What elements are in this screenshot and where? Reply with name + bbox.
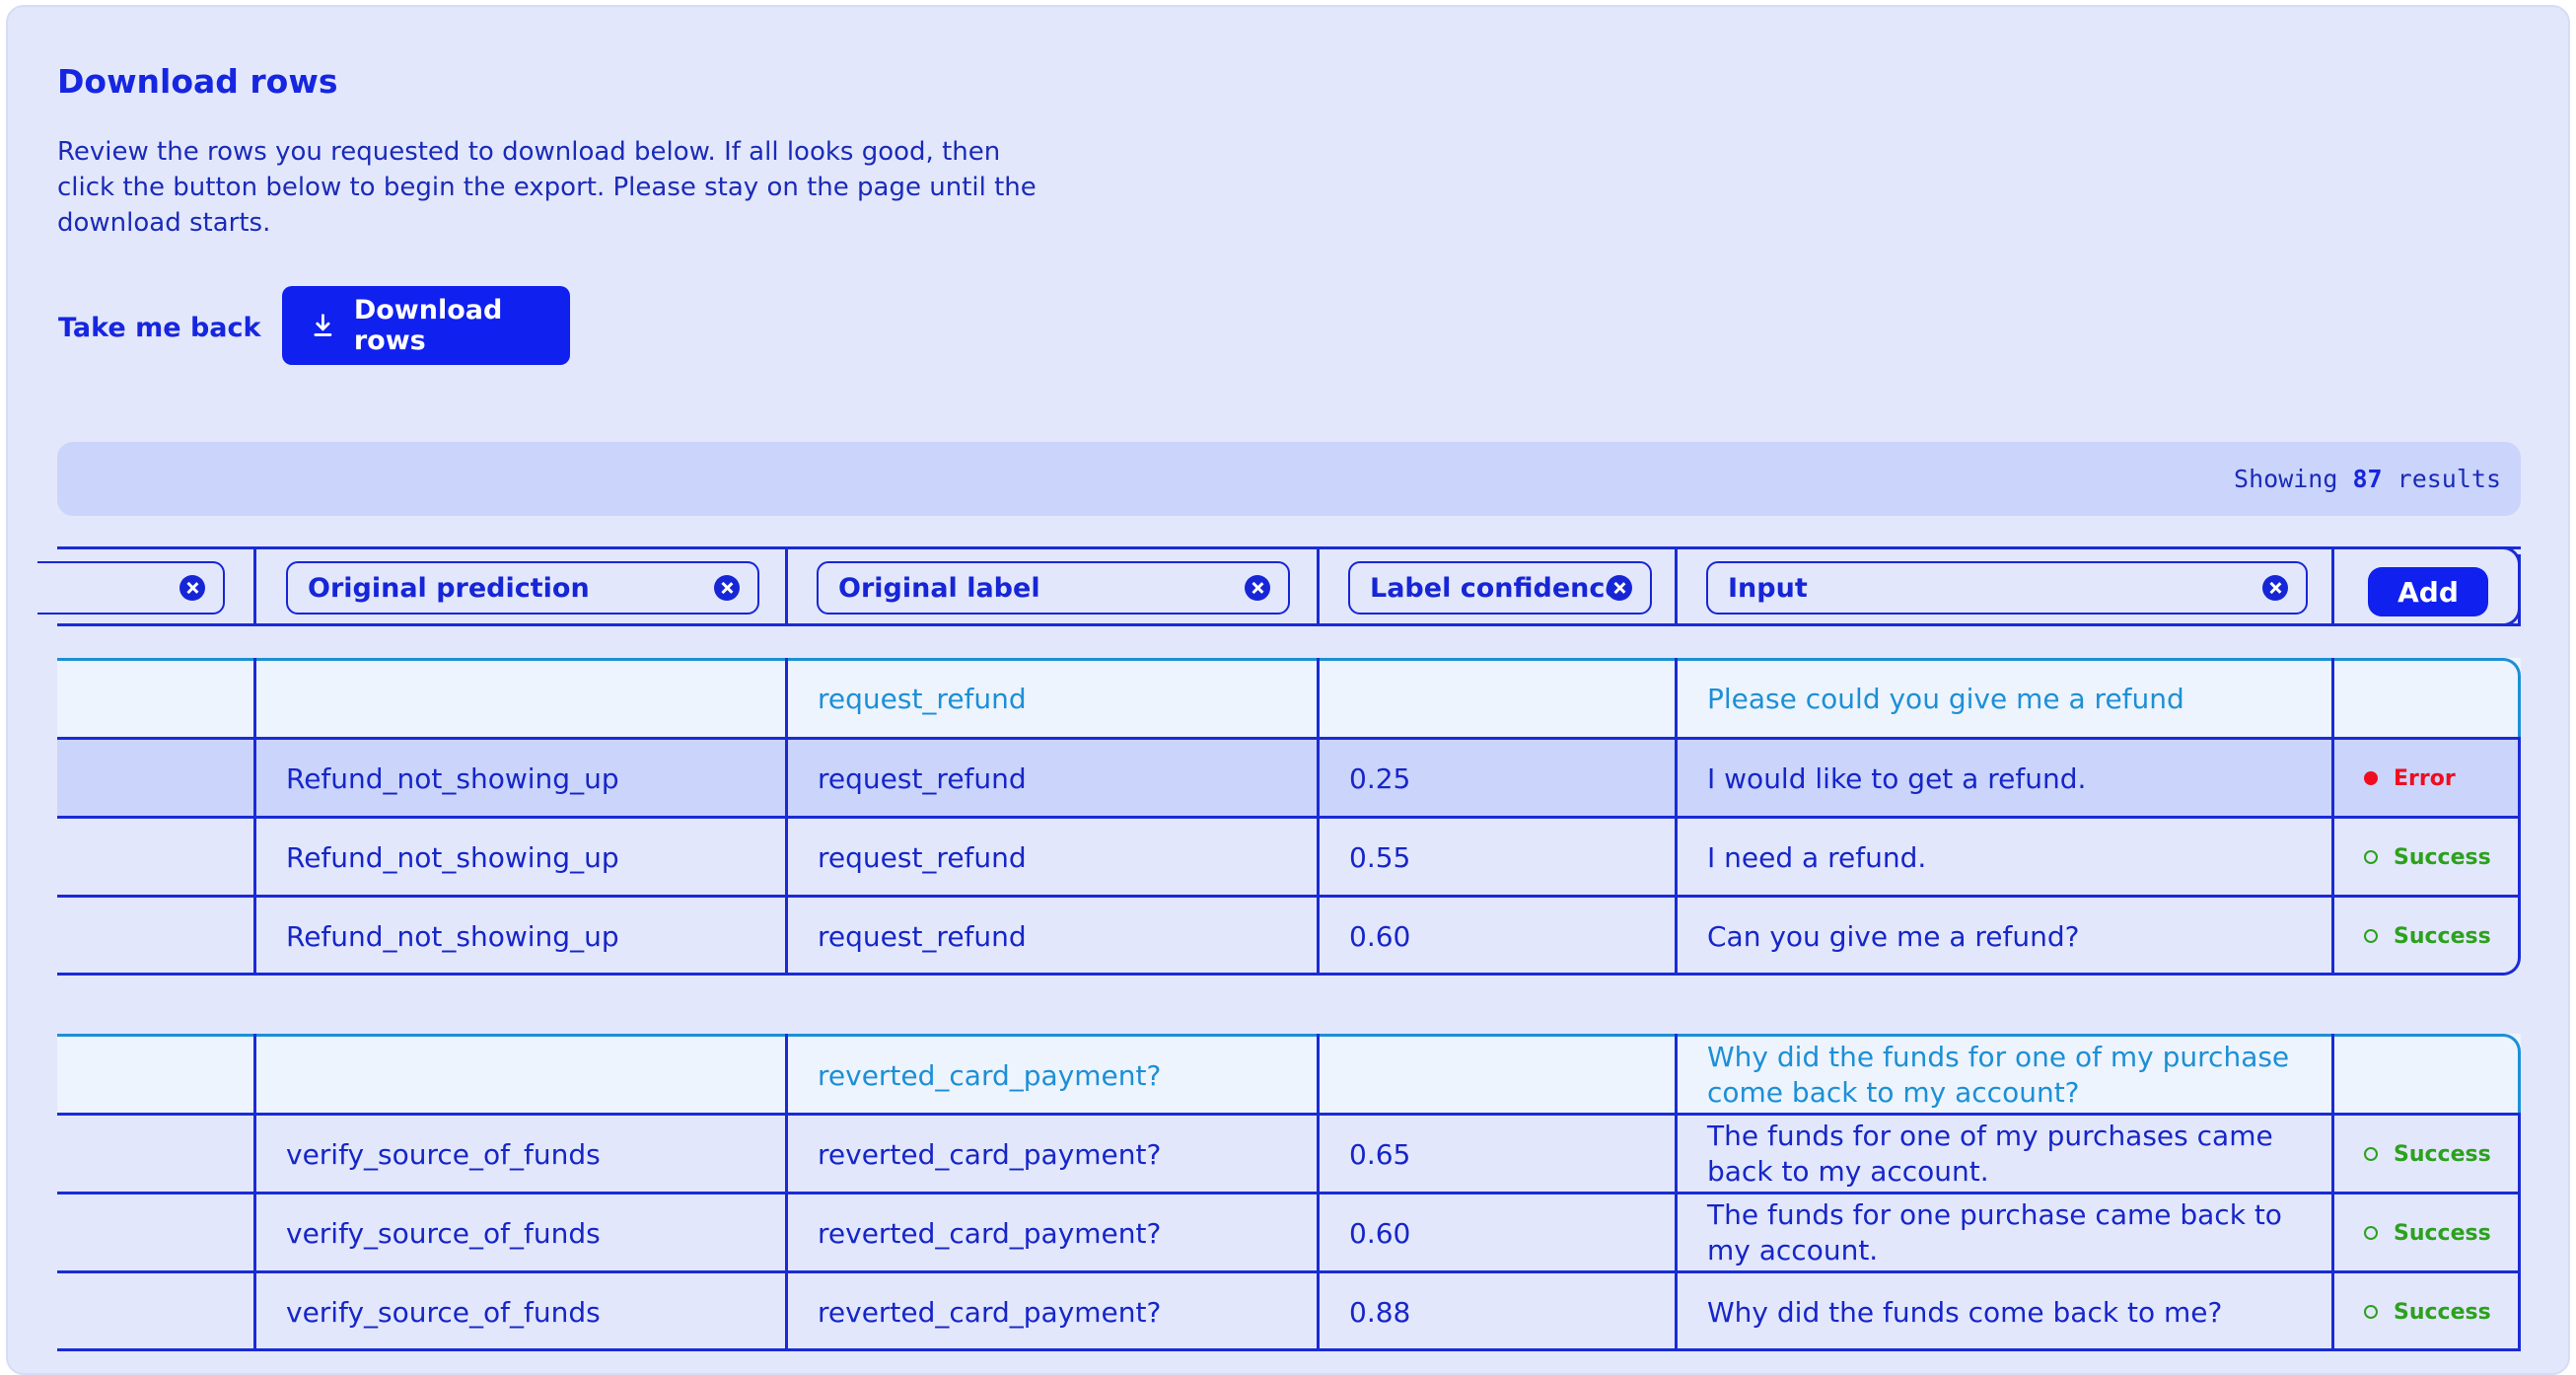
cell-prediction: verify_source_of_funds: [286, 1295, 601, 1329]
column-label: Label confidence: [1370, 572, 1623, 604]
cell-confidence: 0.25: [1349, 761, 1411, 795]
remove-column-icon[interactable]: [714, 575, 740, 601]
success-dot-icon: [2364, 850, 2378, 864]
cell-confidence: 0.65: [1349, 1137, 1411, 1171]
column-label: Original prediction: [308, 572, 590, 604]
column-pill-original-label[interactable]: Original label: [817, 561, 1290, 615]
cell-label: reverted_card_payment?: [818, 1295, 1162, 1329]
column-pill-original-prediction[interactable]: Original prediction: [286, 561, 759, 615]
column-label: Original label: [838, 572, 1040, 604]
status-badge: Success: [2334, 1272, 2491, 1351]
take-me-back-link[interactable]: Take me back: [58, 313, 260, 343]
cell-input: Why did the funds come back to me?: [1707, 1295, 2223, 1329]
success-dot-icon: [2364, 1305, 2378, 1319]
cell-label: request_refund: [818, 919, 1027, 953]
results-bar: Showing 87 results: [57, 442, 2521, 516]
cell-input: The funds for one of my purchases came b…: [1707, 1120, 2273, 1188]
cell-prediction: Refund_not_showing_up: [286, 840, 619, 874]
cell-confidence: 0.60: [1349, 1216, 1411, 1250]
cell-input: I would like to get a refund.: [1707, 761, 2087, 795]
reference-input: Please could you give me a refund: [1707, 682, 2184, 715]
cell-label: request_refund: [818, 840, 1027, 874]
status-badge: Success: [2334, 818, 2491, 897]
cell-prediction: verify_source_of_funds: [286, 1137, 601, 1171]
page-description: Review the rows you requested to downloa…: [57, 137, 1037, 238]
cell-confidence: 0.60: [1349, 919, 1411, 953]
download-panel: Download rows Review the rows you reques…: [6, 5, 2570, 1375]
cell-prediction: Refund_not_showing_up: [286, 761, 619, 795]
column-pill-input[interactable]: Input: [1706, 561, 2308, 615]
add-column-button[interactable]: Add: [2368, 567, 2488, 616]
status-badge: Error: [2334, 739, 2456, 818]
cell-confidence: 0.88: [1349, 1295, 1411, 1329]
column-label: Input: [1728, 572, 1808, 604]
reference-label: reverted_card_payment?: [818, 1058, 1162, 1092]
reference-label: request_refund: [818, 682, 1027, 715]
remove-column-icon[interactable]: [1245, 575, 1270, 601]
status-badge: Success: [2334, 897, 2491, 976]
column-pill-label-confidence[interactable]: Label confidence: [1348, 561, 1652, 615]
download-icon: [314, 314, 332, 336]
cell-prediction: Refund_not_showing_up: [286, 919, 619, 953]
success-dot-icon: [2364, 1147, 2378, 1161]
error-dot-icon: [2364, 771, 2378, 785]
status-badge: Success: [2334, 1194, 2491, 1272]
page-title: Download rows: [57, 62, 338, 101]
remove-column-icon[interactable]: [1607, 575, 1632, 601]
cell-label: request_refund: [818, 761, 1027, 795]
success-dot-icon: [2364, 1226, 2378, 1240]
cell-prediction: verify_source_of_funds: [286, 1216, 601, 1250]
cell-input: Can you give me a refund?: [1707, 919, 2080, 953]
cell-confidence: 0.55: [1349, 840, 1411, 874]
status-badge: Success: [2334, 1115, 2491, 1194]
cell-input: The funds for one purchase came back to …: [1707, 1198, 2282, 1266]
cell-label: reverted_card_payment?: [818, 1137, 1162, 1171]
results-count: Showing 87 results: [2234, 465, 2501, 493]
success-dot-icon: [2364, 929, 2378, 943]
cell-input: I need a refund.: [1707, 840, 1927, 874]
cell-label: reverted_card_payment?: [818, 1216, 1162, 1250]
remove-column-icon[interactable]: [179, 575, 205, 601]
download-rows-label: Download rows: [353, 295, 503, 356]
reference-input: Why did the funds for one of my purchase…: [1707, 1041, 2290, 1109]
remove-column-icon[interactable]: [2262, 575, 2288, 601]
column-pill-truncated[interactable]: [37, 561, 225, 615]
download-rows-button[interactable]: Download rows: [282, 286, 570, 365]
